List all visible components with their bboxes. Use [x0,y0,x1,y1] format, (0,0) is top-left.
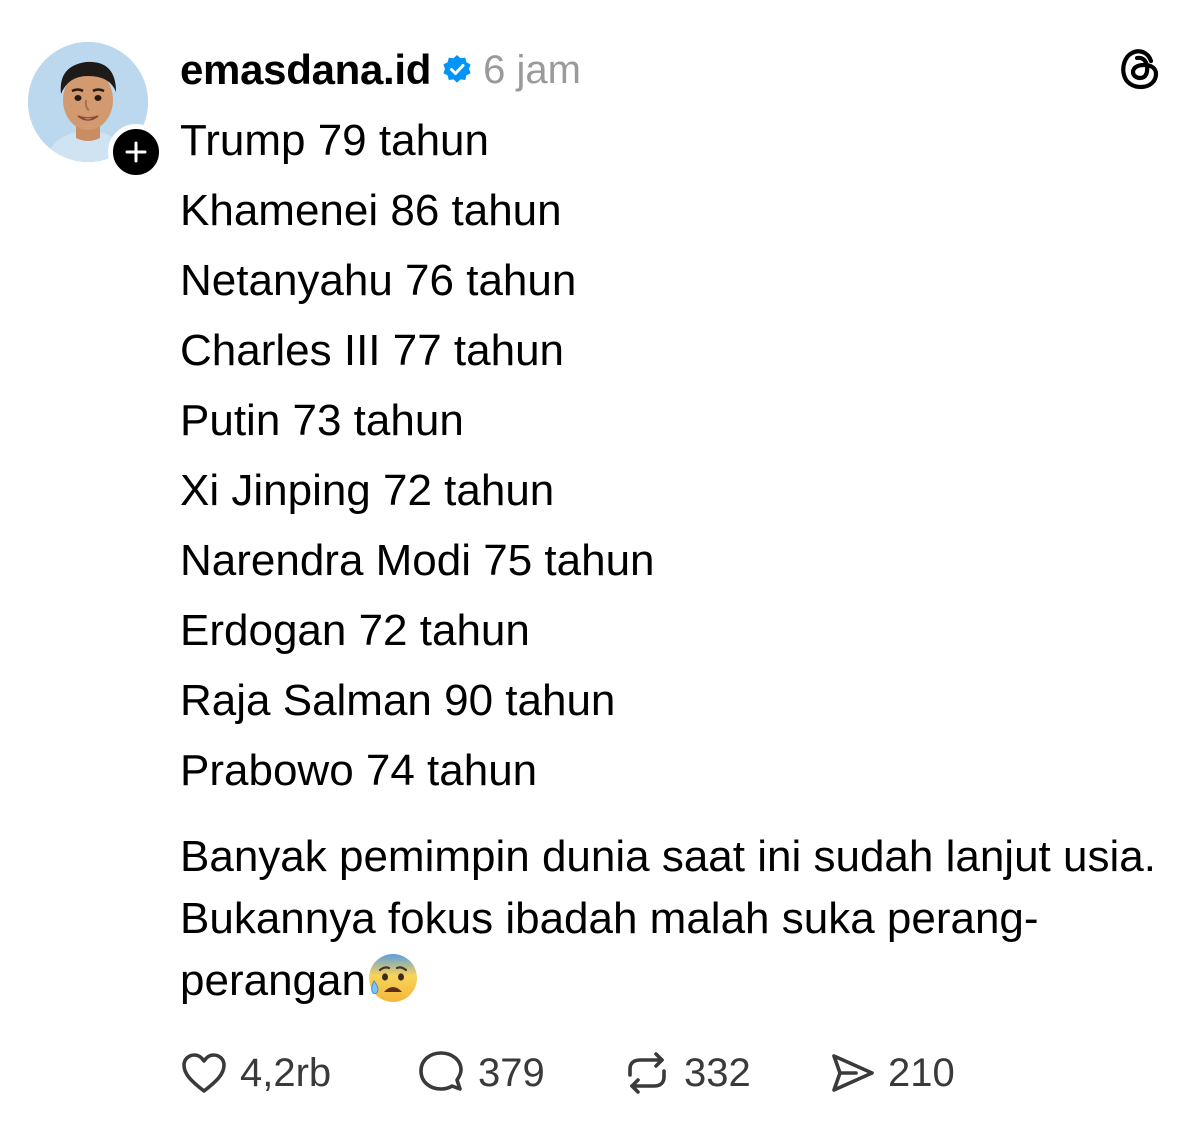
reply-button[interactable]: 379 [416,1049,622,1097]
post-paragraph-text: Banyak pemimpin dunia saat ini sudah lan… [180,832,1156,1005]
post-line: Charles III 77 tahun [180,326,565,375]
threads-post: emasdana.id 6 jam Trump 79 tahun Khamene… [0,0,1200,1134]
heart-icon [182,1053,226,1093]
avatar-container [28,42,164,180]
post-actions: 4,2rb 379 332 210 [180,1040,988,1106]
follow-button[interactable] [108,124,164,180]
threads-logo-icon[interactable] [1116,44,1164,92]
reply-count: 379 [478,1050,545,1095]
username[interactable]: emasdana.id [180,46,431,94]
share-button[interactable]: 210 [828,1051,988,1096]
post-line: Narendra Modi 75 tahun [180,536,655,585]
repost-icon [628,1052,666,1094]
post-lines-list: Trump 79 tahun Khamenei 86 tahun Netanya… [180,106,655,806]
post-line: Erdogan 72 tahun [180,606,530,655]
share-count: 210 [888,1050,955,1095]
post-line: Netanyahu 76 tahun [180,256,577,305]
post-timestamp: 6 jam [483,47,581,92]
post-line: Xi Jinping 72 tahun [180,466,555,515]
repost-button[interactable]: 332 [622,1049,828,1097]
post-line: Prabowo 74 tahun [180,746,538,795]
verified-badge-icon [443,55,471,83]
like-button[interactable]: 4,2rb [180,1051,416,1096]
post-line: Khamenei 86 tahun [180,186,562,235]
like-count: 4,2rb [240,1050,332,1095]
anxious-face-with-sweat-icon [368,954,417,1002]
plus-icon [125,141,147,163]
post-line: Trump 79 tahun [180,116,489,165]
post-paragraph: Banyak pemimpin dunia saat ini sudah lan… [180,826,1180,1012]
post-header: emasdana.id 6 jam [180,40,581,100]
repost-count: 332 [684,1050,751,1095]
post-line: Raja Salman 90 tahun [180,676,616,725]
send-icon [832,1054,874,1092]
comment-bubble-icon [419,1051,463,1091]
post-line: Putin 73 tahun [180,396,464,445]
